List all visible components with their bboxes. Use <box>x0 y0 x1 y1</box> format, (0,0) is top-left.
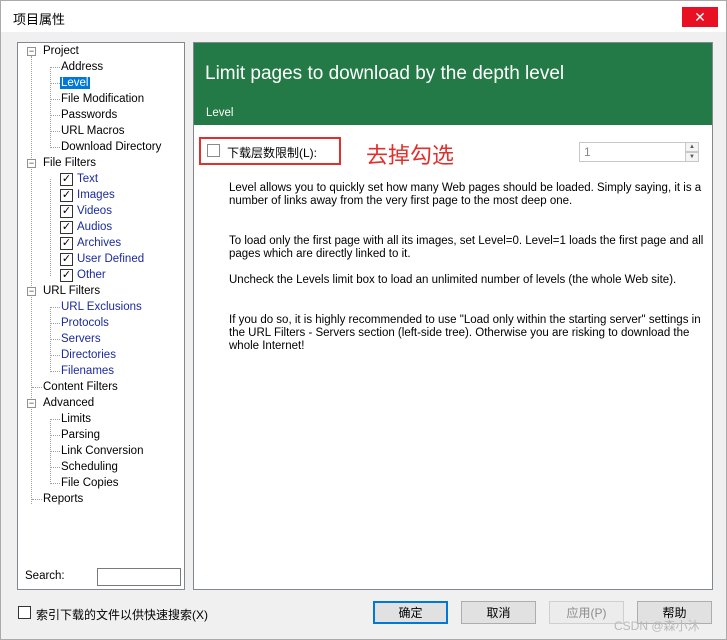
tree-item-passwords[interactable]: Passwords <box>60 107 118 123</box>
level-spinner: ▲ ▼ <box>685 142 699 162</box>
tree-line <box>50 179 51 276</box>
tree-item-videos[interactable]: Videos <box>76 203 113 219</box>
ok-button[interactable]: 确定 <box>373 601 448 624</box>
tree-item-url-exclusions[interactable]: URL Exclusions <box>60 299 143 315</box>
description-paragraph: Level allows you to quickly set how many… <box>229 182 702 207</box>
tree-item-images[interactable]: Images <box>76 187 116 203</box>
tree-line <box>31 56 32 504</box>
tree-item-scheduling[interactable]: Scheduling <box>60 459 119 475</box>
tree-item-level[interactable]: Level <box>60 75 90 91</box>
tree-item-directories[interactable]: Directories <box>60 347 117 363</box>
expander-url-filters[interactable]: − <box>27 287 36 296</box>
checkmark-icon: ✓ <box>61 205 72 217</box>
tree-item-other[interactable]: Other <box>76 267 107 283</box>
description-paragraph: Uncheck the Levels limit box to load an … <box>229 274 677 286</box>
cancel-button[interactable]: 取消 <box>461 601 536 624</box>
tree-item-audios[interactable]: Audios <box>76 219 113 235</box>
index-files-checkbox[interactable] <box>18 606 31 619</box>
tree-line <box>50 67 51 148</box>
arrow-up-icon: ▲ <box>689 144 695 150</box>
tree-item-url-macros[interactable]: URL Macros <box>60 123 125 139</box>
watermark: CSDN @森小沐 <box>614 619 700 633</box>
check-audios[interactable]: ✓ <box>60 221 73 234</box>
check-user-defined[interactable]: ✓ <box>60 253 73 266</box>
apply-button[interactable]: 应用(P) <box>549 601 624 624</box>
expander-file-filters[interactable]: − <box>27 159 36 168</box>
title-bar: 项目属性 ✕ <box>1 1 726 32</box>
check-other[interactable]: ✓ <box>60 269 73 282</box>
tree-item-archives[interactable]: Archives <box>76 235 122 251</box>
spin-up-button[interactable]: ▲ <box>685 142 699 152</box>
tree-item-reports[interactable]: Reports <box>42 491 84 507</box>
arrow-down-icon: ▼ <box>689 154 695 160</box>
tree-item-servers[interactable]: Servers <box>60 331 102 347</box>
expander-project[interactable]: − <box>27 47 36 56</box>
close-icon: ✕ <box>694 8 706 25</box>
tree-item-parsing[interactable]: Parsing <box>60 427 101 443</box>
tree-item-content-filters[interactable]: Content Filters <box>42 379 119 395</box>
project-properties-dialog: 项目属性 ✕ − Project Address Level File Modi… <box>0 0 727 640</box>
check-archives[interactable]: ✓ <box>60 237 73 250</box>
index-files-label[interactable]: 索引下载的文件以供快速搜索(X) <box>36 606 208 623</box>
tree-item-file-modification[interactable]: File Modification <box>60 91 145 107</box>
spin-down-button[interactable]: ▼ <box>685 152 699 162</box>
tree-item-url-filters[interactable]: URL Filters <box>42 283 101 299</box>
tree-item-link-conversion[interactable]: Link Conversion <box>60 443 144 459</box>
check-images[interactable]: ✓ <box>60 189 73 202</box>
search-label: Search: <box>25 570 65 582</box>
description-paragraph: If you do so, it is highly recommended t… <box>229 314 701 352</box>
tree-item-advanced[interactable]: Advanced <box>42 395 95 411</box>
tree-item-project[interactable]: Project <box>42 43 80 59</box>
header-banner: Limit pages to download by the depth lev… <box>194 43 712 125</box>
annotation-text: 去掉勾选 <box>366 144 455 169</box>
tree-item-address[interactable]: Address <box>60 59 104 75</box>
level-limit-checkbox[interactable] <box>207 144 220 157</box>
level-value-input[interactable]: 1 <box>579 142 686 162</box>
checkmark-icon: ✓ <box>61 173 72 185</box>
tree-item-filenames[interactable]: Filenames <box>60 363 115 379</box>
window-title: 项目属性 <box>13 12 66 27</box>
tree-item-protocols[interactable]: Protocols <box>60 315 110 331</box>
tree-item-user-defined[interactable]: User Defined <box>76 251 145 267</box>
content-panel: Limit pages to download by the depth lev… <box>193 42 713 590</box>
checkmark-icon: ✓ <box>61 237 72 249</box>
tree-item-file-copies[interactable]: File Copies <box>60 475 120 491</box>
checkmark-icon: ✓ <box>61 269 72 281</box>
tree-item-limits[interactable]: Limits <box>60 411 92 427</box>
tree-item-download-directory[interactable]: Download Directory <box>60 139 162 155</box>
checkmark-icon: ✓ <box>61 253 72 265</box>
search-input[interactable] <box>97 568 181 586</box>
checkmark-icon: ✓ <box>61 221 72 233</box>
level-limit-label[interactable]: 下载层数限制(L): <box>227 144 317 161</box>
page-title: Limit pages to download by the depth lev… <box>205 63 565 84</box>
page-subtitle: Level <box>206 107 234 119</box>
checkmark-icon: ✓ <box>61 189 72 201</box>
close-button[interactable]: ✕ <box>682 7 718 27</box>
tree-item-file-filters[interactable]: File Filters <box>42 155 97 171</box>
check-text[interactable]: ✓ <box>60 173 73 186</box>
settings-tree: − Project Address Level File Modificatio… <box>17 42 185 590</box>
tree-item-text[interactable]: Text <box>76 171 99 187</box>
check-videos[interactable]: ✓ <box>60 205 73 218</box>
expander-advanced[interactable]: − <box>27 399 36 408</box>
description-paragraph: To load only the first page with all its… <box>229 235 704 260</box>
